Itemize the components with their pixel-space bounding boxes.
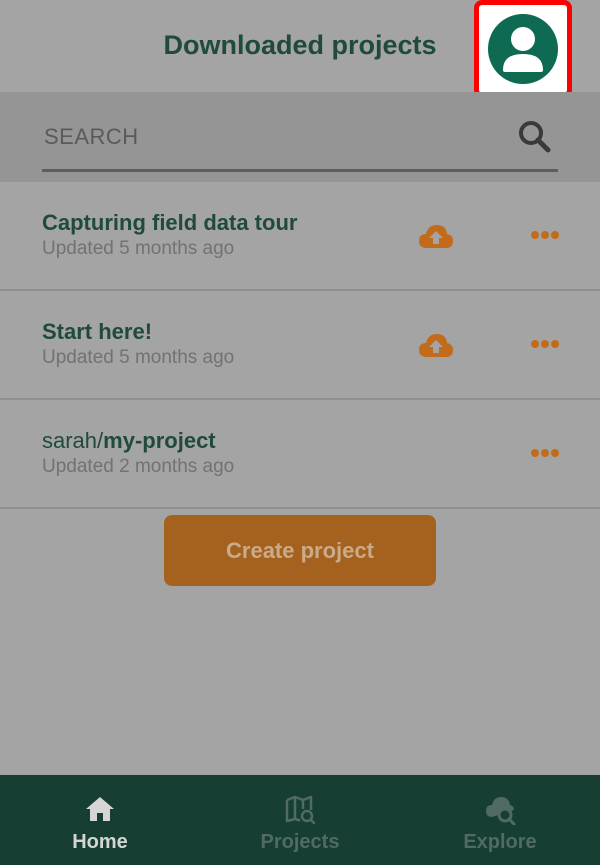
nav-item-projects[interactable]: Projects xyxy=(200,775,400,865)
cloud-search-icon xyxy=(486,797,516,825)
search-underline xyxy=(42,169,558,172)
home-icon xyxy=(86,797,114,821)
project-namespace: sarah/ xyxy=(42,428,104,453)
nav-label-explore: Explore xyxy=(463,831,537,853)
project-updated: Updated 2 months ago xyxy=(42,456,235,477)
profile-button[interactable] xyxy=(474,0,572,98)
project-title: Start here! xyxy=(42,319,152,345)
project-row[interactable]: Capturing field data tour Updated 5 mont… xyxy=(0,182,600,291)
project-name: Capturing field data tour xyxy=(42,210,298,235)
cloud-upload-icon[interactable] xyxy=(418,331,454,359)
project-title: sarah/my-project xyxy=(42,428,216,454)
project-name: Start here! xyxy=(42,319,153,344)
header: Downloaded projects xyxy=(0,0,600,98)
project-list: Capturing field data tour Updated 5 mont… xyxy=(0,182,600,509)
nav-item-home[interactable]: Home xyxy=(0,775,200,865)
nav-item-explore[interactable]: Explore xyxy=(400,775,600,865)
bottom-nav: Home Projects Explore xyxy=(0,775,600,865)
search-input[interactable] xyxy=(42,120,516,154)
project-updated: Updated 5 months ago xyxy=(42,347,235,368)
avatar[interactable] xyxy=(488,14,558,84)
map-search-icon xyxy=(285,795,316,825)
cloud-upload-icon[interactable] xyxy=(418,222,454,250)
nav-label-home: Home xyxy=(72,831,128,853)
more-icon[interactable] xyxy=(530,339,560,349)
project-name: my-project xyxy=(103,428,216,453)
project-row[interactable]: sarah/my-project Updated 2 months ago xyxy=(0,400,600,509)
more-icon[interactable] xyxy=(530,448,560,458)
more-icon[interactable] xyxy=(530,230,560,240)
project-updated: Updated 5 months ago xyxy=(42,238,235,259)
project-title: Capturing field data tour xyxy=(42,210,297,236)
user-icon xyxy=(503,27,543,72)
search-icon[interactable] xyxy=(516,118,552,154)
create-project-button[interactable]: Create project xyxy=(164,515,436,586)
nav-label-projects: Projects xyxy=(260,831,340,853)
project-row[interactable]: Start here! Updated 5 months ago xyxy=(0,291,600,400)
